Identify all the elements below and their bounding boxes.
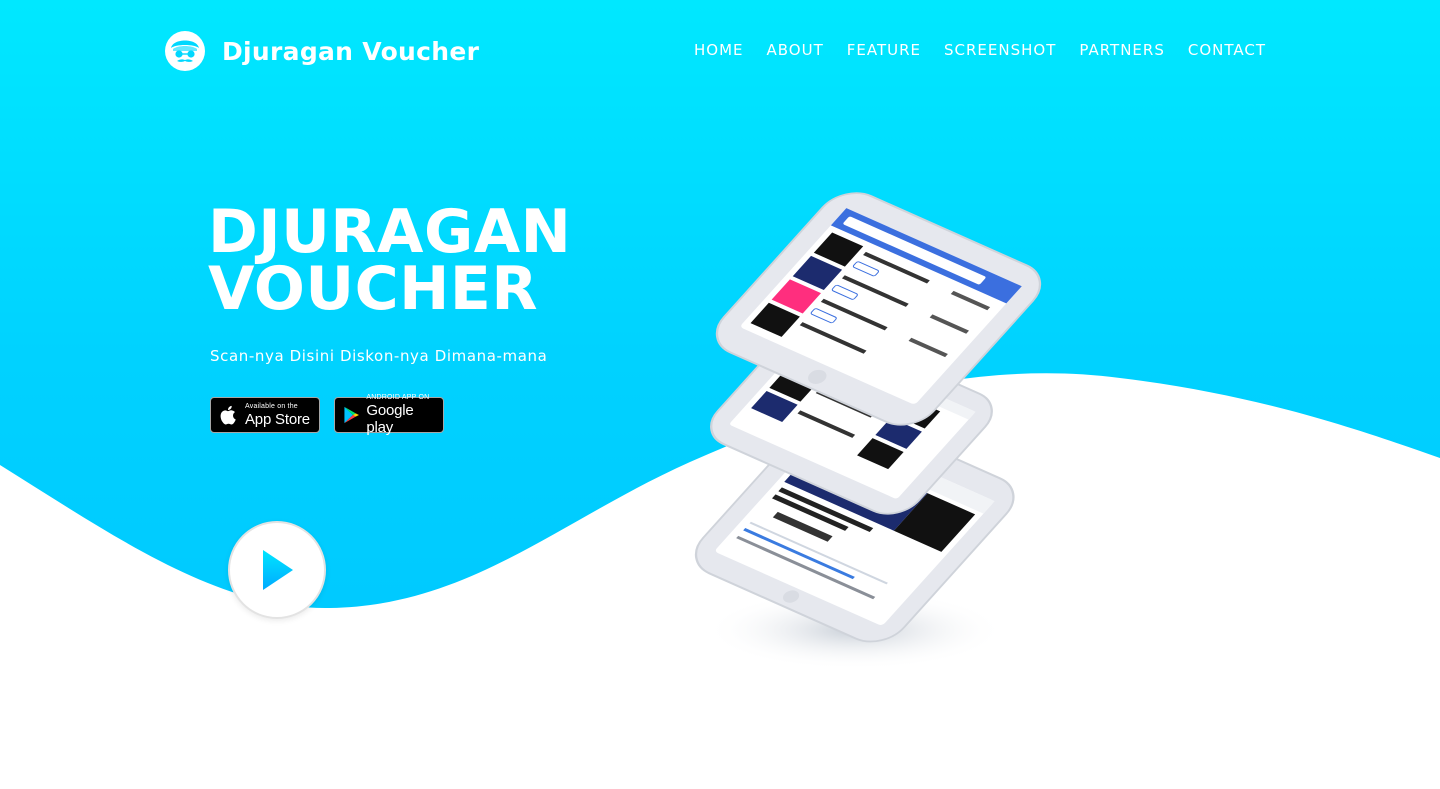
google-play-big: Google play	[366, 402, 414, 436]
nav-feature[interactable]: FEATURE	[847, 40, 921, 60]
google-play-icon	[344, 406, 359, 424]
nav-screenshot[interactable]: SCREENSHOT	[944, 40, 1056, 60]
google-play-text: ANDROID APP ON Google play	[366, 394, 435, 436]
app-store-big: App Store	[245, 410, 310, 428]
apple-icon	[220, 405, 236, 425]
nav-partners[interactable]: PARTNERS	[1079, 40, 1164, 60]
google-play-button[interactable]: ANDROID APP ON Google play	[334, 394, 444, 436]
app-store-text: Available on the App Store	[245, 403, 310, 428]
nav-contact[interactable]: CONTACT	[1188, 40, 1266, 60]
hero-subtitle: Scan-nya Disini Diskon-nya Dimana-mana	[210, 347, 548, 365]
play-icon	[263, 550, 293, 590]
phone-mockups	[694, 192, 1042, 670]
store-buttons: Available on the App Store ANDROID APP O…	[210, 394, 444, 436]
turban-face-icon	[165, 31, 205, 71]
hero-section: Djuragan Voucher HOME ABOUT FEATURE SCRE…	[0, 0, 1440, 789]
main-nav: HOME ABOUT FEATURE SCREENSHOT PARTNERS C…	[671, 40, 1266, 60]
app-store-button[interactable]: Available on the App Store	[210, 397, 320, 433]
play-video-button[interactable]	[228, 521, 326, 619]
app-store-small: Available on the	[245, 402, 298, 410]
brand-logo[interactable]: Djuragan Voucher	[164, 30, 479, 72]
nav-home[interactable]: HOME	[694, 40, 744, 60]
hero-title-line1: DJURAGAN	[208, 197, 572, 267]
hero-title: DJURAGAN VOUCHER	[208, 197, 572, 324]
brand-name: Djuragan Voucher	[222, 36, 480, 66]
nav-about[interactable]: ABOUT	[767, 40, 824, 60]
google-play-small: ANDROID APP ON	[366, 394, 430, 401]
hero-title-line2: VOUCHER	[208, 254, 539, 324]
